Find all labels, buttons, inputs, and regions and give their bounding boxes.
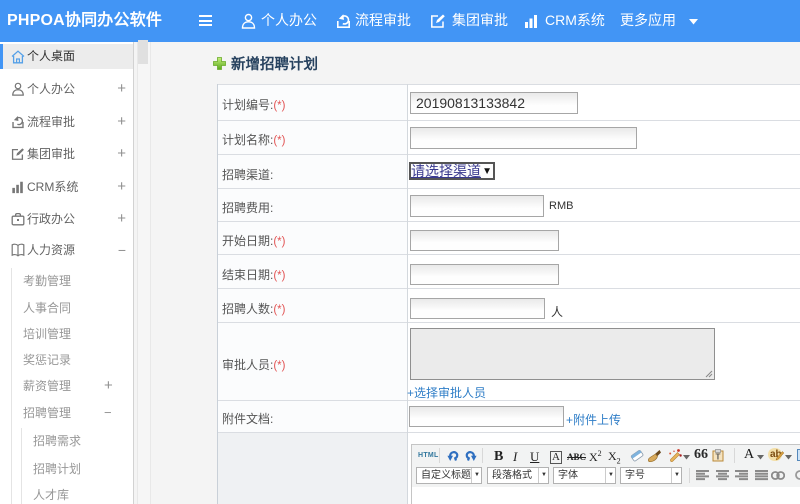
svg-text:T: T (716, 453, 721, 462)
